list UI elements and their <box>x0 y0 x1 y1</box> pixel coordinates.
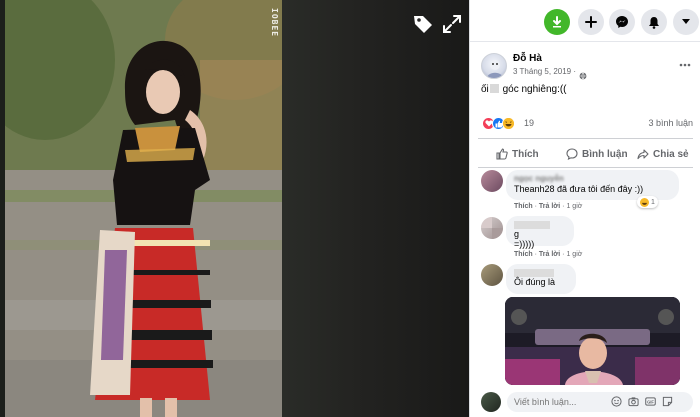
photo-illustration <box>5 0 282 417</box>
post-text-end: góc nghiêng:(( <box>502 84 567 95</box>
notifications-bell-icon[interactable] <box>641 9 667 35</box>
commenter-avatar[interactable] <box>481 170 503 192</box>
comment-text: Ôi đúng là <box>514 277 556 287</box>
haha-icon <box>640 197 649 207</box>
commenter-name-blurred[interactable] <box>514 221 550 229</box>
comment-reaction-badge[interactable]: 1 <box>637 196 658 208</box>
commenter-avatar[interactable] <box>481 264 503 286</box>
reactions-summary: 19 3 bình luận <box>470 114 700 134</box>
comment-text-prefix: g <box>514 229 520 239</box>
plus-icon[interactable] <box>578 9 604 35</box>
sticker-icon[interactable] <box>662 396 673 407</box>
like-button[interactable]: Thích <box>496 145 539 163</box>
post-date[interactable]: 3 Tháng 5, 2019 · <box>513 67 576 76</box>
post-side-panel: Đỗ Hà 3 Tháng 5, 2019 · ối góc nghiêng:(… <box>469 0 700 417</box>
post-text-start: ối <box>481 84 489 95</box>
share-arrow-icon <box>637 149 649 160</box>
comment-bubble: Ôi đúng là <box>506 264 576 294</box>
comment-button[interactable]: Bình luận <box>566 145 628 163</box>
pixelated-block <box>492 228 503 239</box>
haha-icon <box>502 117 515 130</box>
comment-text: Theanh28 đã đưa tôi đến đây :)) <box>514 184 644 194</box>
comment-count[interactable]: 3 bình luận <box>648 118 693 128</box>
download-icon[interactable] <box>544 9 570 35</box>
comment-icon <box>566 148 578 160</box>
comment-like-link[interactable]: Thích <box>514 203 533 210</box>
svg-text:GIF: GIF <box>647 399 654 404</box>
tag-icon[interactable] <box>411 12 435 36</box>
current-user-avatar[interactable] <box>481 392 501 412</box>
commenter-avatar[interactable] <box>481 217 503 239</box>
comment-label: Bình luận <box>582 148 628 160</box>
comment-reply-link[interactable]: Trả lời <box>539 203 560 210</box>
comment-like-link[interactable]: Thích <box>514 251 533 258</box>
share-label: Chia sẻ <box>653 148 689 160</box>
pixelated-block <box>481 217 492 228</box>
top-bar <box>470 0 700 42</box>
more-options-icon[interactable] <box>678 58 692 72</box>
messenger-icon[interactable] <box>609 9 635 35</box>
account-caret-icon[interactable] <box>673 9 699 35</box>
comment-reaction-count: 1 <box>651 198 655 206</box>
photo-watermark: IOBEE <box>270 8 279 38</box>
post-actions: Thích Bình luận Chia sẻ <box>478 138 693 168</box>
like-label: Thích <box>512 148 539 160</box>
comment-meta: Thích · Trả lời · 1 giờ <box>514 203 583 210</box>
comment-bubble: g =))))) <box>506 216 574 249</box>
comment-gif-image[interactable] <box>505 297 680 385</box>
author-avatar[interactable] <box>481 53 507 79</box>
photo-viewer: IOBEE <box>0 0 469 417</box>
author-name[interactable]: Đỗ Hà <box>513 53 542 64</box>
gif-illustration <box>505 297 680 385</box>
gif-icon[interactable]: GIF <box>645 396 656 407</box>
commenter-name[interactable]: ngọc nguyễn <box>514 174 671 184</box>
commenter-name-blurred[interactable] <box>514 269 554 277</box>
camera-icon[interactable] <box>628 396 639 407</box>
comment-text-main: =))))) <box>514 239 535 249</box>
globe-icon <box>579 67 587 85</box>
emoji-icon[interactable] <box>611 396 622 407</box>
comment-composer: GIF <box>470 388 700 417</box>
share-button[interactable]: Chia sẻ <box>637 145 689 163</box>
post-photo[interactable] <box>5 0 282 417</box>
photo-dark-area <box>282 0 469 417</box>
comment-time[interactable]: 1 giờ <box>566 251 582 258</box>
comment-text: g =))))) <box>514 229 566 249</box>
fullscreen-icon[interactable] <box>440 12 464 36</box>
composer-icons: GIF <box>611 396 673 408</box>
post-text: ối góc nghiêng:(( <box>481 84 567 95</box>
blurred-word <box>489 84 499 93</box>
reaction-count[interactable]: 19 <box>524 118 534 128</box>
post-header: Đỗ Hà 3 Tháng 5, 2019 · <box>470 49 700 83</box>
thumbs-up-icon <box>496 148 508 160</box>
comment-reply-link[interactable]: Trả lời <box>539 251 560 258</box>
comment-meta: Thích · Trả lời · 1 giờ <box>514 251 583 258</box>
comment-time[interactable]: 1 giờ <box>566 203 582 210</box>
